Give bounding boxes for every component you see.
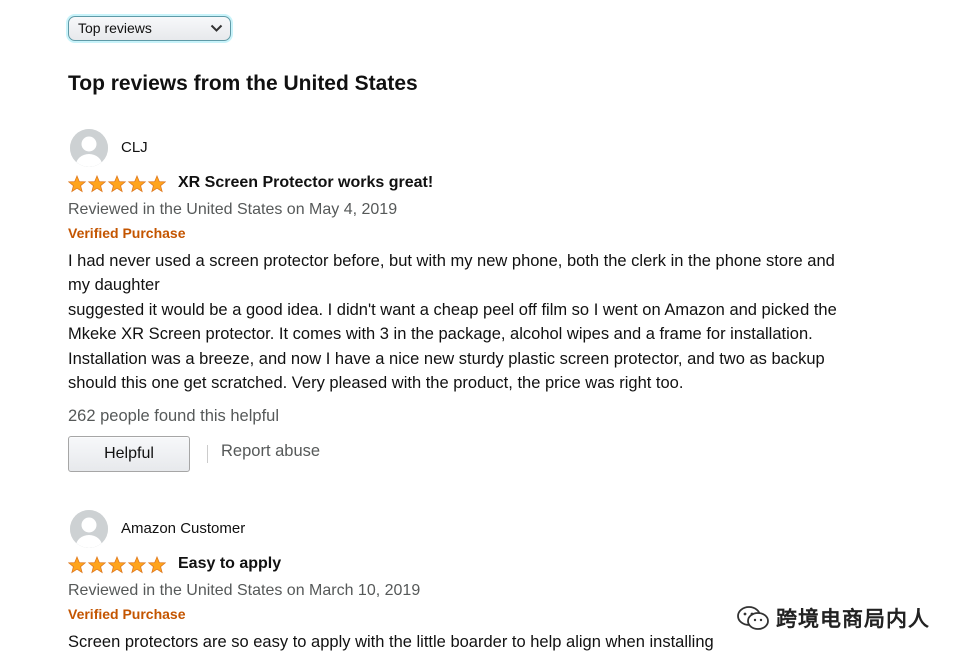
review-card: CLJ XR Screen Protector works great! Rev… xyxy=(68,129,928,476)
user-avatar-icon xyxy=(70,129,108,167)
section-title: Top reviews from the United States xyxy=(68,72,418,95)
sort-selected-label: Top reviews xyxy=(78,20,152,36)
avatar xyxy=(70,129,108,167)
review-body: I had never used a screen protector befo… xyxy=(68,252,837,393)
review-title-link[interactable]: XR Screen Protector works great! xyxy=(178,174,433,192)
action-divider xyxy=(207,445,208,464)
review-body: Screen protectors are so easy to apply w… xyxy=(68,633,714,651)
five-star-rating-icon[interactable] xyxy=(68,175,166,193)
review-date: Reviewed in the United States on May 4, … xyxy=(68,201,398,218)
helpful-button[interactable]: Helpful xyxy=(68,436,190,473)
reviewer-name: CLJ xyxy=(121,139,148,156)
reviewer-profile[interactable]: CLJ xyxy=(68,129,928,169)
reviewer-profile[interactable]: Amazon Customer xyxy=(68,510,928,550)
helpful-count: 262 people found this helpful xyxy=(68,407,280,426)
watermark-text: 跨境电商局内人 xyxy=(776,607,930,631)
avatar xyxy=(70,510,108,548)
user-avatar-icon xyxy=(70,510,108,548)
wechat-logo-icon xyxy=(737,606,769,630)
report-abuse-link[interactable]: Report abuse xyxy=(221,442,320,461)
verified-purchase-badge[interactable]: Verified Purchase xyxy=(68,223,928,243)
reviewer-name: Amazon Customer xyxy=(121,520,246,537)
chevron-down-icon xyxy=(210,24,223,32)
review-title-link[interactable]: Easy to apply xyxy=(178,555,281,573)
sort-dropdown[interactable]: Top reviews xyxy=(68,16,231,41)
review-date: Reviewed in the United States on March 1… xyxy=(68,582,421,599)
five-star-rating-icon[interactable] xyxy=(68,556,166,574)
watermark: 跨境电商局内人 xyxy=(736,604,930,632)
